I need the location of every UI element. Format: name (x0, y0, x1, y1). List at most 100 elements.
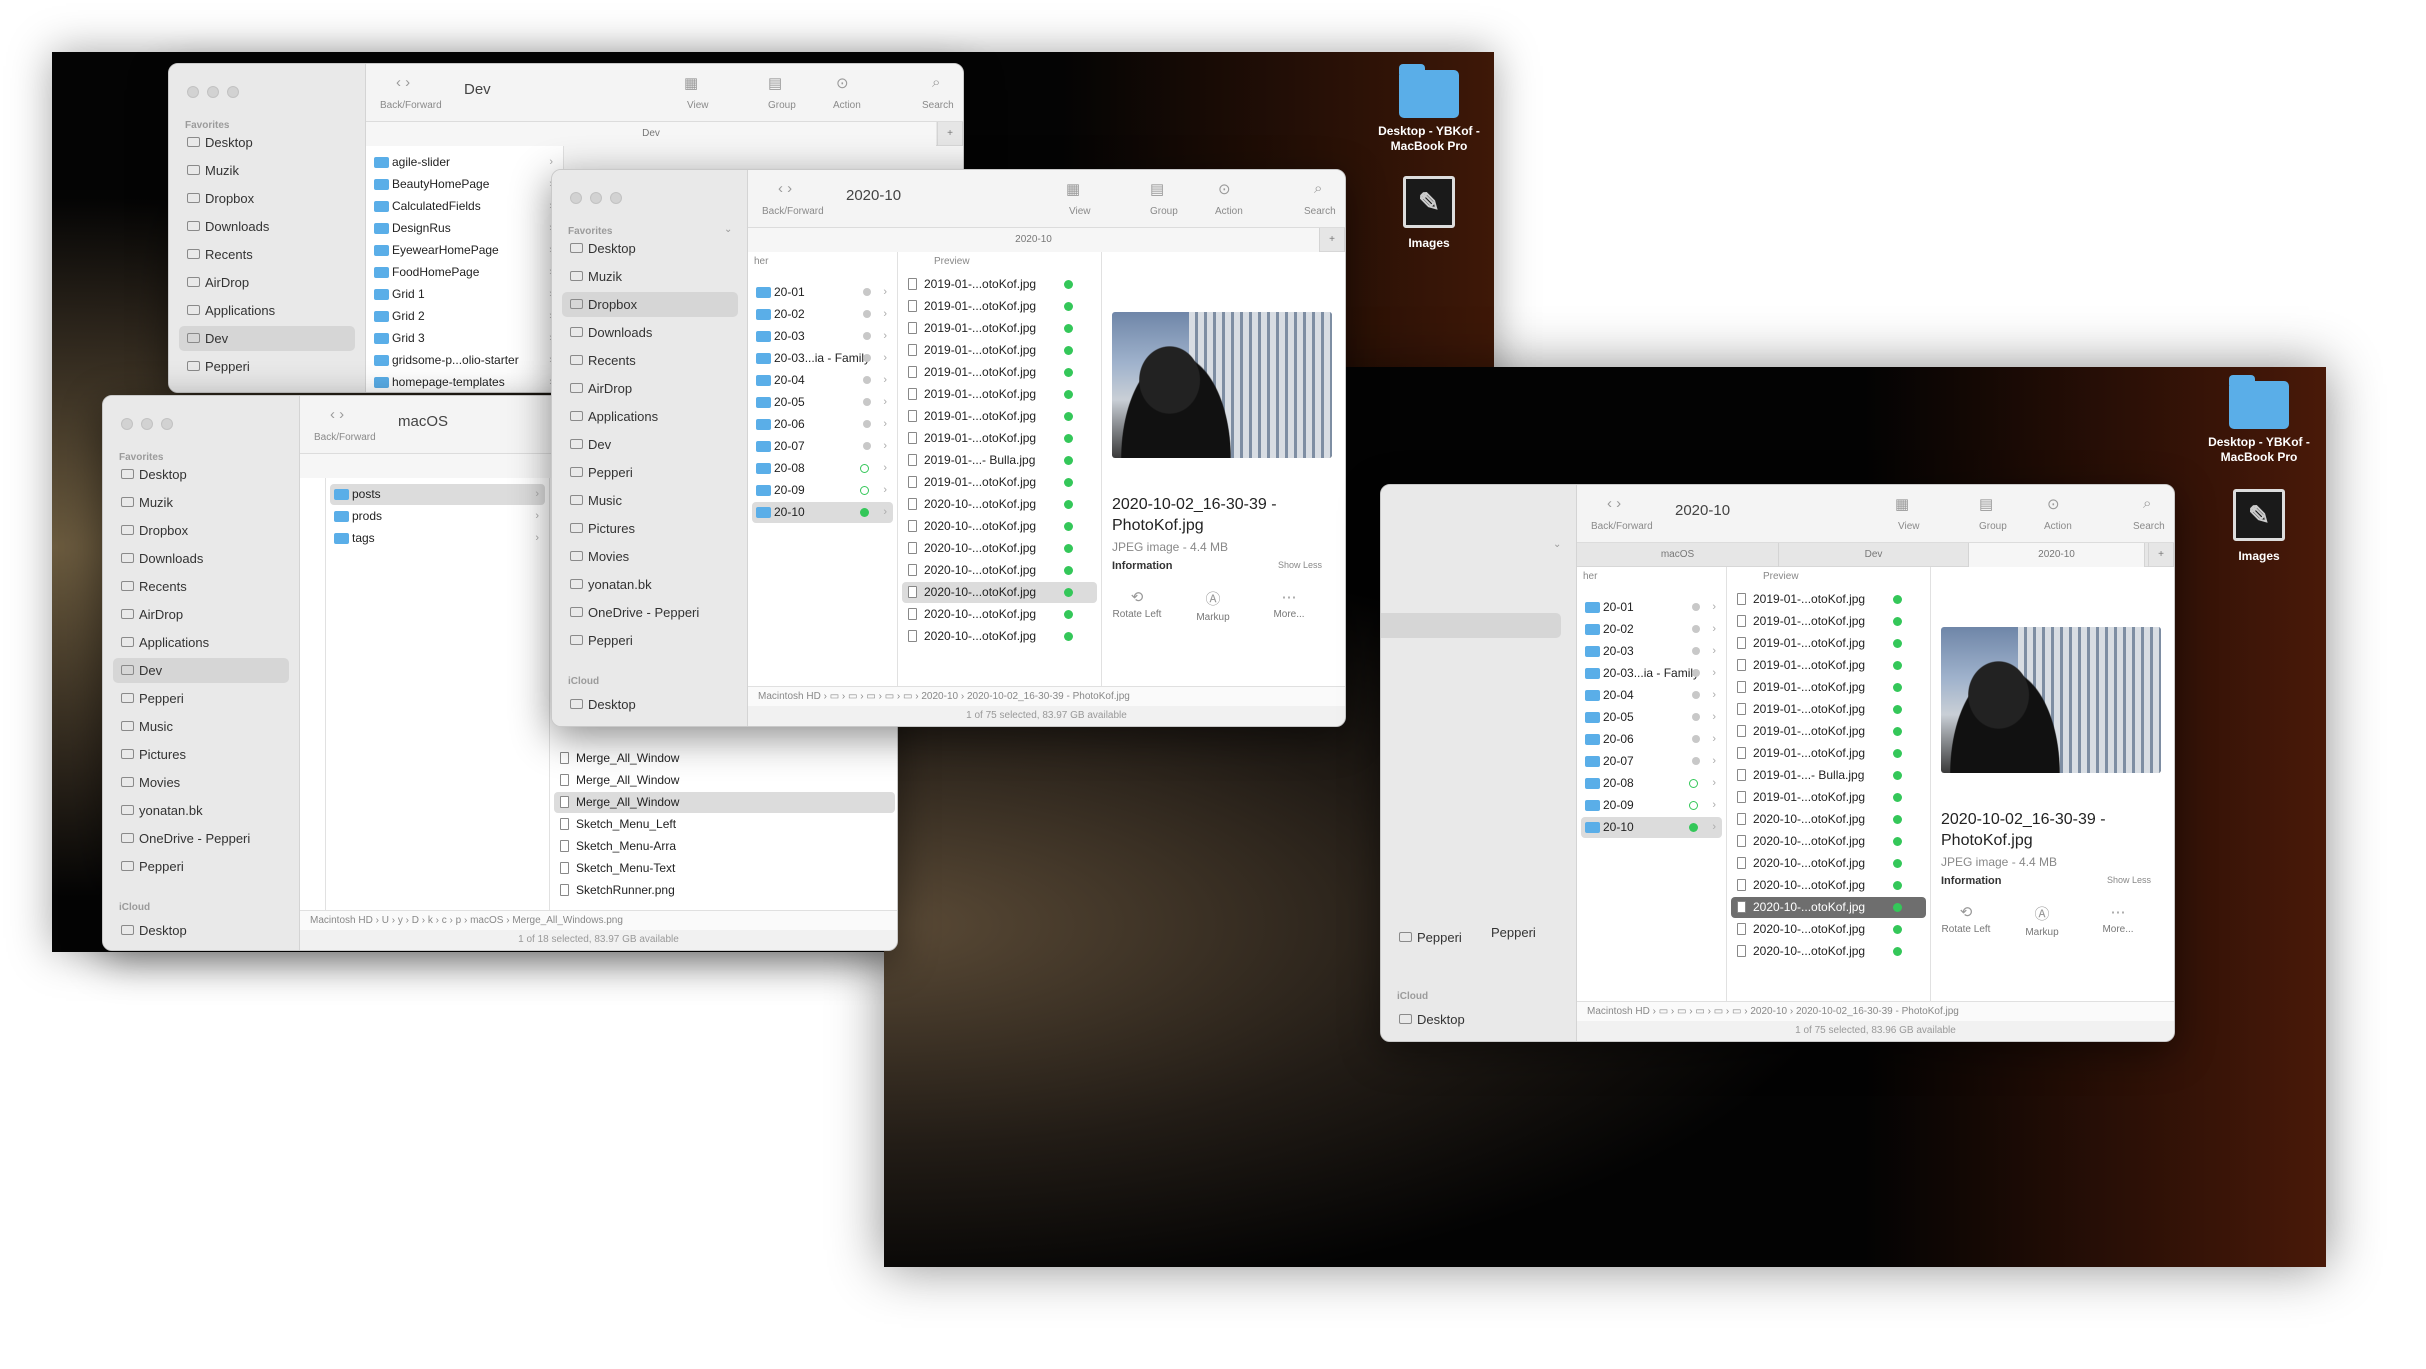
sidebar-item-onedrive-pepperi[interactable]: OneDrive - Pepperi (562, 600, 738, 625)
more-button[interactable]: ⋯ More... (1254, 588, 1324, 620)
list-item[interactable]: posts › (330, 484, 545, 505)
sidebar-item-dev[interactable]: Dev (113, 658, 289, 683)
sidebar-item-pictures[interactable]: Pictures (113, 742, 289, 767)
list-item[interactable]: 2019-01-...otoKof.jpg (1731, 787, 1926, 808)
list-item[interactable]: 20-04 › (752, 370, 893, 391)
list-item[interactable]: 2020-10-...otoKof.jpg (902, 626, 1097, 647)
path-folder[interactable]: 2020-10 (1750, 1006, 1787, 1017)
sidebar-item-music[interactable]: Music (562, 488, 738, 513)
list-item[interactable]: 2020-10-...otoKof.jpg (902, 604, 1097, 625)
rotate-left-button[interactable]: ⟲ Rotate Left (1102, 588, 1172, 620)
sidebar-item-applications[interactable]: Applications (113, 630, 289, 655)
list-item[interactable]: 2019-01-...otoKof.jpg (1731, 655, 1926, 676)
list-item[interactable]: 20-09 › (752, 480, 893, 501)
list-item[interactable]: 2019-01-...- Bulla.jpg (902, 450, 1097, 471)
list-item[interactable]: 20-03 › (752, 326, 893, 347)
list-item[interactable]: CalculatedFields› (370, 196, 559, 217)
sidebar-item-movies[interactable]: Movies (113, 770, 289, 795)
window-controls[interactable] (570, 192, 622, 204)
list-item[interactable]: 2019-01-...otoKof.jpg (902, 428, 1097, 449)
list-item[interactable]: 20-01 › (1581, 597, 1722, 618)
finder-window-2020-10-right[interactable]: ⌄ Pepperi iCloud Desktop Pepperi ‹ › Bac… (1380, 484, 2175, 1042)
list-item[interactable]: 2020-10-...otoKof.jpg (1731, 831, 1926, 852)
search-icon[interactable]: ⌕ (932, 74, 940, 91)
list-item[interactable]: Sketch_Menu_Left (554, 814, 895, 835)
zoom-button[interactable] (227, 86, 239, 98)
sidebar-item-pepperi[interactable]: Pepperi (562, 628, 738, 653)
minimize-button[interactable] (141, 418, 153, 430)
back-forward-icon[interactable]: ‹ › (778, 180, 792, 197)
list-item[interactable]: 2020-10-...otoKof.jpg (902, 516, 1097, 537)
path-segment[interactable]: Merge_All_Windows.png (512, 915, 623, 926)
tab-dev[interactable]: Dev (1779, 543, 1969, 567)
tab-2020-10[interactable]: 2020-10 (1969, 543, 2145, 567)
minimize-button[interactable] (207, 86, 219, 98)
sidebar-item-pepperi[interactable]: Pepperi (179, 354, 355, 379)
list-item[interactable]: 2019-01-...otoKof.jpg (902, 274, 1097, 295)
sidebar-item-applications[interactable]: Applications (179, 298, 355, 323)
list-item[interactable]: 20-10 › (752, 502, 893, 523)
sidebar-item-selected[interactable] (1381, 613, 1561, 638)
sidebar-item-dropbox[interactable]: Dropbox (113, 518, 289, 543)
path-segment[interactable]: U (382, 915, 389, 926)
add-tab-button[interactable]: + (1319, 228, 1345, 252)
rotate-left-button[interactable]: ⟲ Rotate Left (1931, 903, 2001, 935)
sidebar-item-muzik[interactable]: Muzik (562, 264, 738, 289)
list-item[interactable]: 20-05 › (752, 392, 893, 413)
minimize-button[interactable] (590, 192, 602, 204)
back-forward-icon[interactable]: ‹ › (396, 74, 410, 91)
list-item[interactable]: 20-03 › (1581, 641, 1722, 662)
list-item[interactable]: SketchRunner.png (554, 880, 895, 901)
list-item[interactable]: 2019-01-...otoKof.jpg (902, 406, 1097, 427)
sidebar-item-yonatan-bk[interactable]: yonatan.bk (113, 798, 289, 823)
sidebar-item-downloads[interactable]: Downloads (179, 214, 355, 239)
list-item[interactable]: 2019-01-...otoKof.jpg (1731, 743, 1926, 764)
list-item[interactable]: 20-08 › (752, 458, 893, 479)
list-item[interactable]: Merge_All_Window (554, 792, 895, 813)
list-item[interactable]: DesignRus› (370, 218, 559, 239)
list-item[interactable]: Grid 1› (370, 284, 559, 305)
list-item[interactable]: Grid 3› (370, 328, 559, 349)
sidebar-item-pepperi[interactable]: Pepperi (113, 854, 289, 879)
path-segment[interactable]: Macintosh HD (310, 915, 373, 926)
desktop-folder[interactable]: Desktop - YBKof - MacBook Pro (2204, 375, 2314, 465)
list-item[interactable]: 2019-01-...otoKof.jpg (1731, 589, 1926, 610)
group-icon[interactable]: ▤ (1979, 495, 1993, 513)
list-item[interactable]: 2019-01-...otoKof.jpg (902, 472, 1097, 493)
back-forward-icon[interactable]: ‹ › (330, 406, 344, 423)
list-item[interactable]: gridsome-p...olio-starter› (370, 350, 559, 371)
list-item[interactable]: 2020-10-...otoKof.jpg (1731, 897, 1926, 918)
list-item[interactable]: 2020-10-...otoKof.jpg (1731, 875, 1926, 896)
list-item[interactable]: prods › (330, 506, 545, 527)
list-item[interactable]: 20-07 › (1581, 751, 1722, 772)
list-item[interactable]: homepage-templates› (370, 372, 559, 392)
list-item[interactable]: 20-09 › (1581, 795, 1722, 816)
markup-button[interactable]: Ⓐ Markup (2007, 903, 2077, 938)
markup-button[interactable]: Ⓐ Markup (1178, 588, 1248, 623)
close-button[interactable] (570, 192, 582, 204)
tab-macos[interactable]: macOS (1577, 543, 1779, 567)
sidebar-item-movies[interactable]: Movies (562, 544, 738, 569)
action-icon[interactable]: ⊙ (2047, 495, 2060, 513)
list-item[interactable]: 2019-01-...- Bulla.jpg (1731, 765, 1926, 786)
sidebar-item-pictures[interactable]: Pictures (562, 516, 738, 541)
back-forward-icon[interactable]: ‹ › (1607, 495, 1621, 512)
path-segment[interactable]: D (412, 915, 419, 926)
action-icon[interactable]: ⊙ (1218, 180, 1231, 198)
list-item[interactable]: 20-01 › (752, 282, 893, 303)
sidebar-item-desktop[interactable]: Desktop (113, 462, 289, 487)
path-macintosh-hd[interactable]: Macintosh HD (1587, 1006, 1650, 1017)
sidebar-item-dev[interactable]: Dev (562, 432, 738, 457)
chevron-down-icon[interactable]: ⌄ (1553, 539, 1561, 550)
sidebar-item-pepperi[interactable]: Pepperi (113, 686, 289, 711)
list-item[interactable]: 2019-01-...otoKof.jpg (1731, 677, 1926, 698)
window-controls[interactable] (187, 86, 239, 98)
sidebar-item-airdrop[interactable]: AirDrop (562, 376, 738, 401)
tab-2020-10[interactable]: 2020-10 (748, 228, 1319, 252)
sidebar-item-onedrive-pepperi[interactable]: OneDrive - Pepperi (113, 826, 289, 851)
list-item[interactable]: 2019-01-...otoKof.jpg (902, 384, 1097, 405)
close-button[interactable] (187, 86, 199, 98)
sidebar-item-music[interactable]: Music (113, 714, 289, 739)
tab-dev[interactable]: Dev (366, 122, 936, 146)
zoom-button[interactable] (161, 418, 173, 430)
